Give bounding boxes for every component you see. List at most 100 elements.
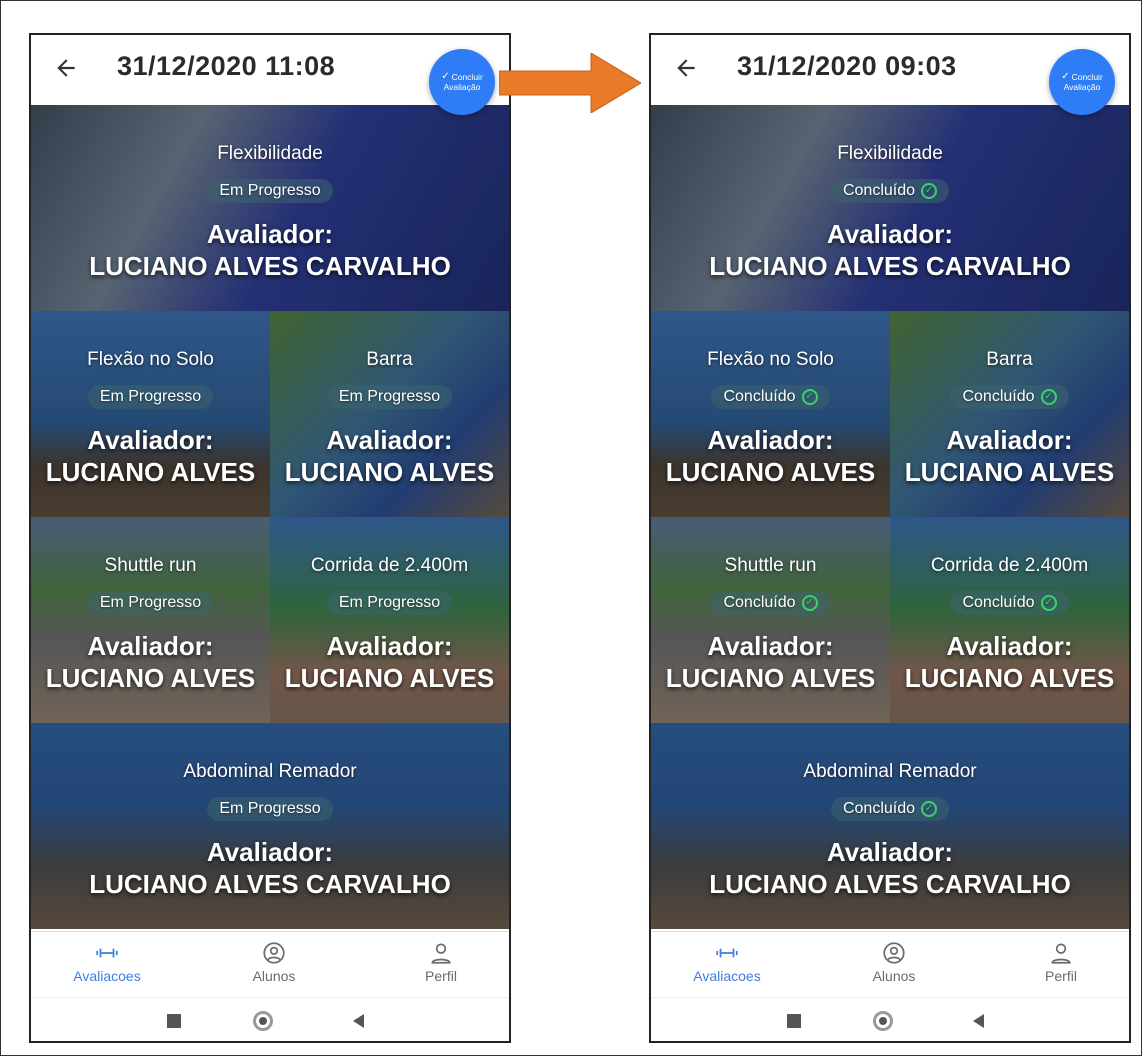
evaluator-name: LUCIANO ALVES: [284, 457, 495, 487]
test-card-corrida[interactable]: Corrida de 2.400m Em Progresso Avaliador: L…: [270, 517, 509, 723]
check-circle-icon: ✓: [801, 389, 818, 405]
evaluator-name: LUCIANO ALVES: [904, 457, 1115, 487]
test-card-shuttle-run[interactable]: Shuttle run Concluído ✓ Avaliador: LUCIANO A…: [651, 517, 890, 723]
test-name: Corrida de 2.400m: [930, 555, 1089, 576]
account-circle-icon: [263, 942, 285, 964]
evaluator-label: Avaliador:: [206, 219, 334, 249]
status-badge: Concluído ✓: [711, 385, 830, 409]
evaluator-name: LUCIANO ALVES: [45, 457, 256, 487]
test-grid: Flexibilidade Concluído ✓ Avaliador: LUCIANO…: [651, 105, 1129, 931]
check-circle-icon: ✓: [1040, 595, 1057, 611]
nav-perfil[interactable]: Perfil: [1001, 940, 1121, 984]
check-icon: ✓: [1061, 71, 1070, 82]
check-circle-icon: ✓: [801, 595, 818, 611]
test-name: Flexibilidade: [217, 143, 323, 164]
nav-perfil[interactable]: Perfil: [381, 940, 501, 984]
nav-alunos[interactable]: Alunos: [214, 940, 334, 984]
nav-label: Avaliacoes: [693, 968, 761, 984]
evaluator-label: Avaliador:: [326, 631, 453, 661]
evaluator-label: Avaliador:: [707, 631, 834, 661]
person-icon: [431, 943, 451, 964]
test-card-shuttle-run[interactable]: Shuttle run Em Progresso Avaliador: LUCIANO…: [31, 517, 270, 723]
test-name: Barra: [366, 349, 413, 370]
figure-canvas: 31/12/2020 11:08 ✓ Concluir Avaliação Fle…: [0, 0, 1142, 1056]
back-button[interactable]: [973, 1014, 984, 1028]
evaluator-name: LUCIANO ALVES: [284, 663, 495, 693]
recents-button[interactable]: [167, 1014, 181, 1028]
arrow-left-icon[interactable]: [53, 55, 79, 81]
evaluator-name: LUCIANO ALVES: [665, 663, 876, 693]
status-badge: Concluído ✓: [950, 385, 1069, 409]
dumbbell-icon: [716, 948, 738, 958]
recents-button[interactable]: [787, 1014, 801, 1028]
conclude-evaluation-button[interactable]: ✓ Concluir Avaliação: [429, 49, 495, 115]
evaluator-label: Avaliador:: [326, 425, 453, 455]
test-name: Corrida de 2.400m: [310, 555, 469, 576]
test-card-flexibilidade[interactable]: Flexibilidade Em Progresso Avaliador: LUCIA…: [31, 105, 509, 311]
test-card-barra[interactable]: Barra Em Progresso Avaliador: LUCIANO ALVES: [270, 311, 509, 517]
evaluator-name: LUCIANO ALVES CARVALHO: [709, 251, 1071, 281]
status-badge: Concluído ✓: [830, 797, 950, 821]
test-card-abdominal-remador[interactable]: Abdominal Remador Concluído ✓ Avaliador: LUC…: [651, 723, 1129, 929]
evaluator-name: LUCIANO ALVES: [665, 457, 876, 487]
test-name: Shuttle run: [104, 555, 197, 576]
phone-screen-before: 31/12/2020 11:08 ✓ Concluir Avaliação Fle…: [29, 33, 511, 1043]
home-button[interactable]: [873, 1011, 893, 1031]
status-badge: Concluído ✓: [950, 591, 1069, 615]
arrow-left-icon[interactable]: [673, 55, 699, 81]
status-badge: Concluído ✓: [830, 179, 950, 203]
test-card-abdominal-remador[interactable]: Abdominal Remador Em Progresso Avaliador: L…: [31, 723, 509, 929]
test-name: Flexão no Solo: [87, 349, 214, 370]
nav-label: Alunos: [252, 968, 296, 984]
system-navigation-bar: [31, 997, 509, 1041]
back-button[interactable]: [353, 1014, 364, 1028]
nav-avaliacoes[interactable]: Avaliacoes: [47, 940, 167, 984]
test-name: Shuttle run: [724, 555, 817, 576]
test-name: Abdominal Remador: [803, 761, 977, 782]
evaluator-label: Avaliador:: [946, 425, 1073, 455]
test-name: Abdominal Remador: [183, 761, 357, 782]
page-title: 31/12/2020 09:03: [737, 51, 957, 81]
account-circle-icon: [883, 942, 905, 964]
nav-label: Perfil: [425, 968, 457, 984]
nav-label: Alunos: [872, 968, 916, 984]
test-name: Flexibilidade: [837, 143, 943, 164]
test-card-flexao-no-solo[interactable]: Flexão no Solo Em Progresso Avaliador: LUCI…: [31, 311, 270, 517]
evaluator-label: Avaliador:: [826, 219, 954, 249]
status-badge: Em Progresso: [207, 797, 333, 821]
check-icon: ✓: [441, 71, 450, 82]
status-badge: Em Progresso: [326, 591, 453, 615]
status-badge: Em Progresso: [207, 179, 333, 203]
nav-label: Avaliacoes: [73, 968, 141, 984]
test-card-corrida[interactable]: Corrida de 2.400m Concluído ✓ Avaliador: LUC…: [890, 517, 1129, 723]
evaluator-name: LUCIANO ALVES: [904, 663, 1115, 693]
check-circle-icon: ✓: [921, 801, 938, 817]
test-name: Flexão no Solo: [707, 349, 834, 370]
page-title: 31/12/2020 11:08: [117, 51, 336, 81]
evaluator-label: Avaliador:: [87, 631, 214, 661]
nav-alunos[interactable]: Alunos: [834, 940, 954, 984]
phone-screen-after: 31/12/2020 09:03 ✓ Concluir Avaliação Fle…: [649, 33, 1131, 1043]
status-badge: Concluído ✓: [711, 591, 830, 615]
test-grid: Flexibilidade Em Progresso Avaliador: LUCIA…: [31, 105, 509, 931]
evaluator-label: Avaliador:: [826, 837, 954, 867]
status-badge: Em Progresso: [87, 591, 214, 615]
evaluator-label: Avaliador:: [87, 425, 214, 455]
evaluator-name: LUCIANO ALVES CARVALHO: [89, 869, 451, 899]
system-navigation-bar: [651, 997, 1129, 1041]
evaluator-label: Avaliador:: [946, 631, 1073, 661]
nav-avaliacoes[interactable]: Avaliacoes: [667, 940, 787, 984]
nav-label: Perfil: [1045, 968, 1077, 984]
test-card-barra[interactable]: Barra Concluído ✓ Avaliador: LUCIANO ALVES: [890, 311, 1129, 517]
evaluator-label: Avaliador:: [206, 837, 334, 867]
transition-arrow-icon: [499, 53, 641, 113]
bottom-navigation: Avaliacoes Alunos Perfil: [651, 931, 1129, 997]
test-card-flexao-no-solo[interactable]: Flexão no Solo Concluído ✓ Avaliador: LUCIAN…: [651, 311, 890, 517]
test-card-flexibilidade[interactable]: Flexibilidade Concluído ✓ Avaliador: LUCIANO…: [651, 105, 1129, 311]
person-icon: [1051, 943, 1071, 964]
evaluator-name: LUCIANO ALVES CARVALHO: [89, 251, 451, 281]
conclude-evaluation-button[interactable]: ✓ Concluir Avaliação: [1049, 49, 1115, 115]
home-button[interactable]: [253, 1011, 273, 1031]
check-circle-icon: ✓: [1040, 389, 1057, 405]
evaluator-name: LUCIANO ALVES: [45, 663, 256, 693]
